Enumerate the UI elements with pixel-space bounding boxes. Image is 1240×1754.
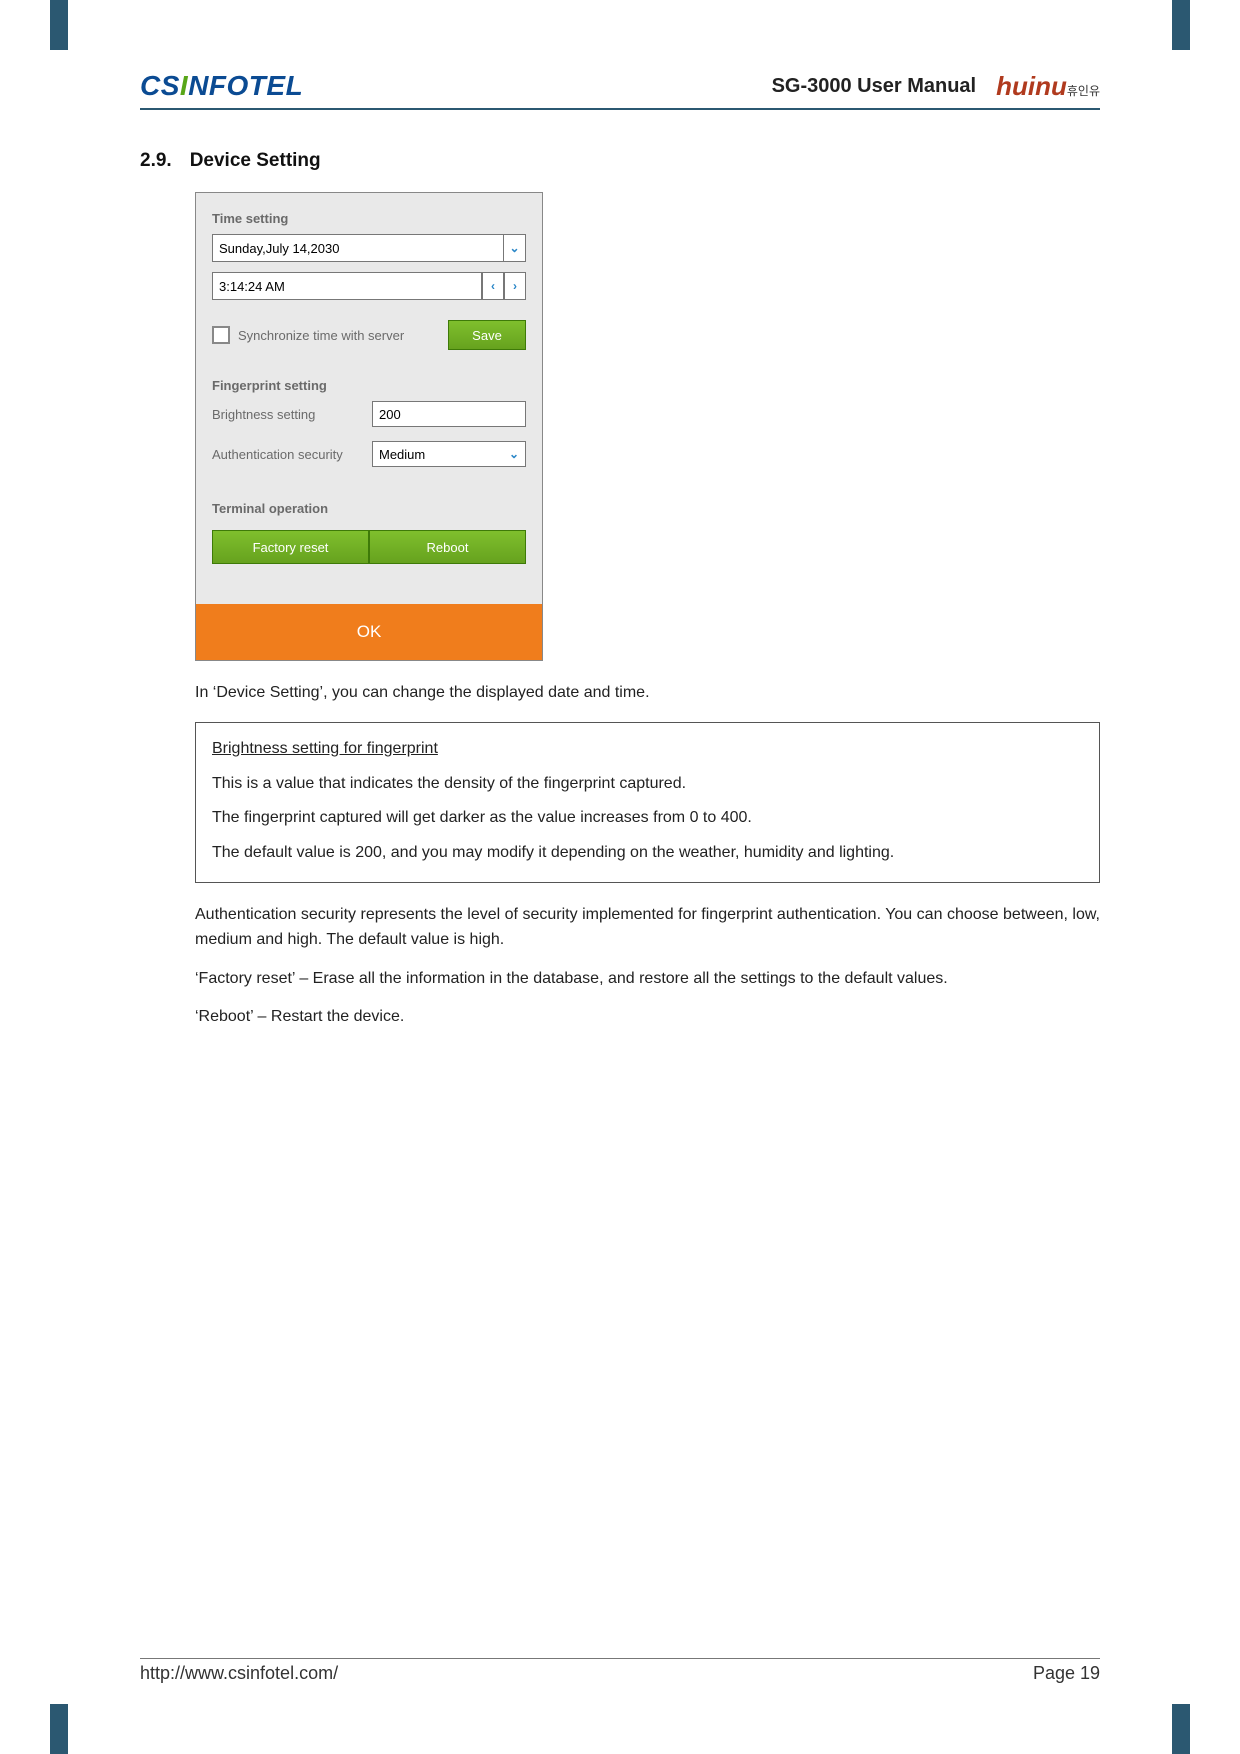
chevron-right-icon: › [513,279,517,293]
footer: http://www.csinfotel.com/ Page 19 [140,1658,1100,1684]
page-content: CSINFOTEL SG-3000 User Manual huinu휴인유 2… [140,70,1100,1684]
sync-label: Synchronize time with server [238,328,404,343]
auth-security-select[interactable]: Medium ⌄ [372,441,526,467]
terminal-buttons: Factory reset Reboot [212,530,526,564]
page-ornament [1172,1704,1190,1754]
logo-huinu: huinu휴인유 [996,71,1100,102]
terminal-operation-title: Terminal operation [212,501,526,516]
save-button[interactable]: Save [448,320,526,350]
paragraph: The default value is 200, and you may mo… [212,841,1083,866]
section-heading: 2.9. Device Setting [140,150,1100,172]
device-setting-figure: Time setting Sunday,July 14,2030 ⌄ 3:14:… [195,192,543,661]
logo-text: NFOTEL [188,70,303,101]
logo-text: huinu [996,71,1067,101]
body-text: In ‘Device Setting’, you can change the … [195,681,1100,1030]
page-ornament [50,0,68,50]
chevron-down-icon: ⌄ [509,241,519,255]
reboot-button[interactable]: Reboot [369,530,526,564]
auth-security-value: Medium [379,447,509,462]
sync-checkbox-row[interactable]: Synchronize time with server [212,326,404,344]
info-box: Brightness setting for fingerprint This … [195,722,1100,883]
date-dropdown-button[interactable]: ⌄ [504,234,526,262]
ok-button[interactable]: OK [196,604,542,660]
paragraph: ‘Reboot’ – Restart the device. [195,1005,1100,1030]
paragraph: The fingerprint captured will get darker… [212,806,1083,831]
sync-checkbox[interactable] [212,326,230,344]
date-field-row: Sunday,July 14,2030 ⌄ [212,234,526,262]
time-field-row: 3:14:24 AM ‹ › [212,272,526,300]
info-box-title: Brightness setting for fingerprint [212,737,438,762]
paragraph: ‘Factory reset’ – Erase all the informat… [195,967,1100,992]
page-ornament [50,1704,68,1754]
time-input[interactable]: 3:14:24 AM [212,272,482,300]
time-spinner: ‹ › [482,272,526,300]
brightness-row: Brightness setting 200 [212,401,526,427]
footer-page: Page 19 [1033,1663,1100,1684]
header: CSINFOTEL SG-3000 User Manual huinu휴인유 [140,70,1100,110]
date-input[interactable]: Sunday,July 14,2030 [212,234,504,262]
chevron-down-icon: ⌄ [509,447,519,461]
time-decrement-button[interactable]: ‹ [482,272,504,300]
manual-title: SG-3000 User Manual [772,75,977,98]
time-increment-button[interactable]: › [504,272,526,300]
footer-url: http://www.csinfotel.com/ [140,1663,338,1684]
paragraph: Authentication security represents the l… [195,903,1100,953]
sync-row: Synchronize time with server Save [212,320,526,350]
brightness-input[interactable]: 200 [372,401,526,427]
section-title: Device Setting [190,150,321,172]
chevron-left-icon: ‹ [491,279,495,293]
factory-reset-button[interactable]: Factory reset [212,530,369,564]
logo-csinfotel: CSINFOTEL [140,70,303,102]
logo-text: I [180,70,188,101]
logo-text: CS [140,70,180,101]
page-ornament [1172,0,1190,50]
paragraph: This is a value that indicates the densi… [212,772,1083,797]
brightness-label: Brightness setting [212,407,372,422]
section-number: 2.9. [140,150,172,172]
logo-text: 휴인유 [1067,84,1100,98]
auth-security-label: Authentication security [212,447,372,462]
fingerprint-setting-title: Fingerprint setting [212,378,526,393]
auth-security-row: Authentication security Medium ⌄ [212,441,526,467]
paragraph: In ‘Device Setting’, you can change the … [195,681,1100,706]
header-right: SG-3000 User Manual huinu휴인유 [772,71,1100,102]
time-setting-title: Time setting [212,211,526,226]
